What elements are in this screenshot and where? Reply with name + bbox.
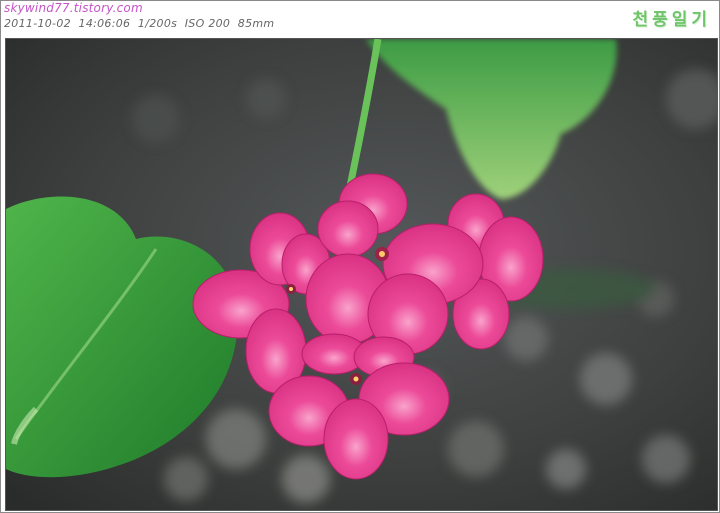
blog-title: 천풍일기 — [632, 10, 711, 30]
photo-frame: skywind77.tistory.com 2011-10-02 14:06:0… — [0, 0, 720, 513]
site-url-watermark: skywind77.tistory.com — [4, 1, 143, 15]
exif-info: 2011-10-02 14:06:06 1/200s ISO 200 85mm — [4, 17, 275, 30]
photo — [5, 38, 718, 511]
flower-photo — [6, 39, 717, 510]
